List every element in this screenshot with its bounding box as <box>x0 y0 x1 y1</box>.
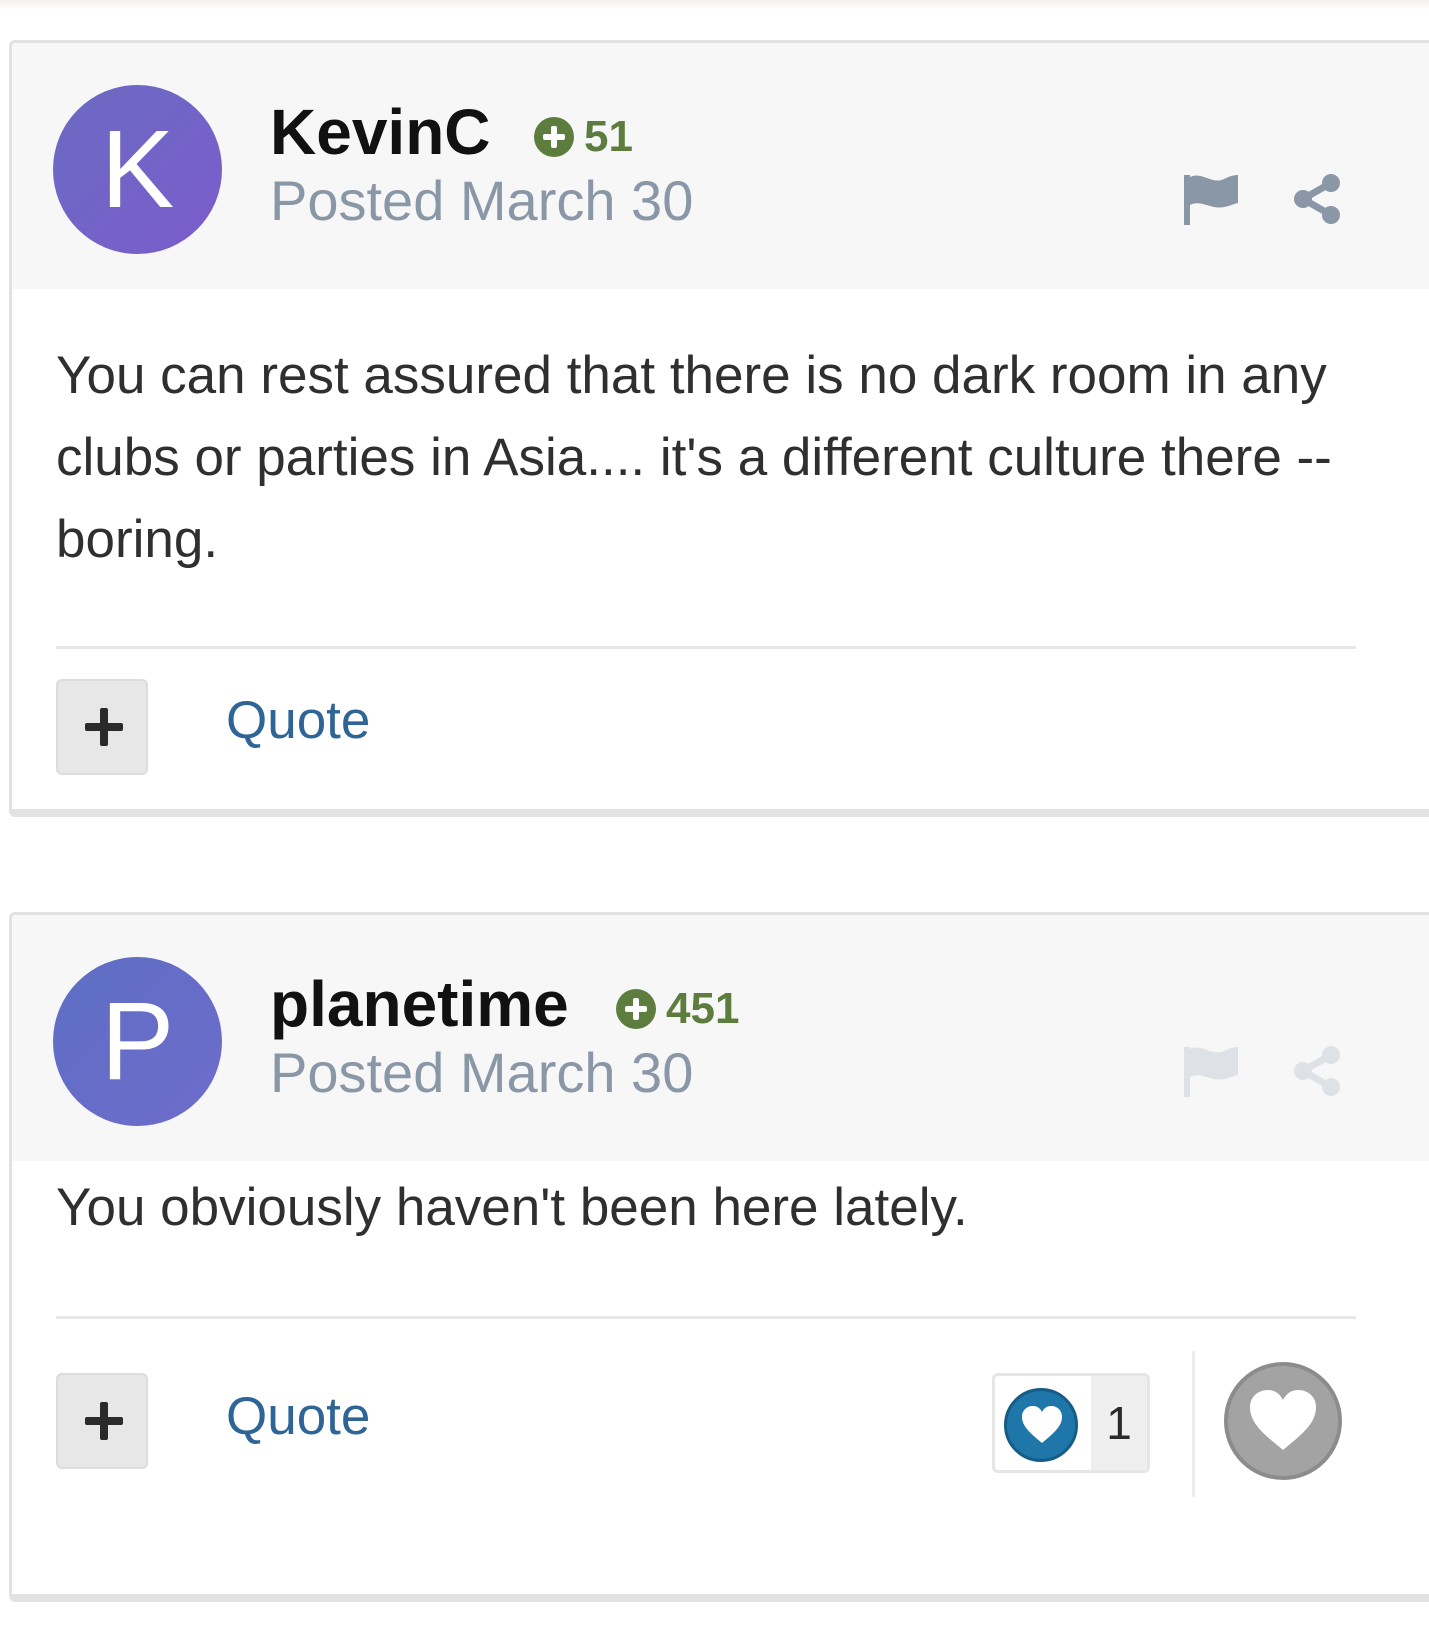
divider <box>56 1316 1356 1319</box>
flag-icon[interactable] <box>1184 1045 1240 1097</box>
avatar[interactable]: P <box>53 957 222 1126</box>
post-date[interactable]: Posted March 30 <box>270 169 693 233</box>
plus-circle-icon <box>616 989 656 1029</box>
divider <box>56 646 1356 649</box>
post-planetime: P planetime 451 Posted March 30 You obvi… <box>9 912 1429 1602</box>
top-edge <box>0 0 1429 10</box>
flag-icon[interactable] <box>1184 173 1240 225</box>
share-icon[interactable] <box>1291 1045 1343 1097</box>
like-count: 1 <box>1106 1397 1132 1449</box>
plus-circle-icon <box>534 117 574 157</box>
quote-button[interactable]: Quote <box>226 1385 370 1449</box>
reputation-badge: 451 <box>616 984 740 1033</box>
username[interactable]: planetime <box>270 969 569 1039</box>
reaction-summary[interactable]: 1 <box>992 1373 1150 1473</box>
reputation-badge: 51 <box>534 112 633 161</box>
post-kevinc: K KevinC 51 Posted March 30 You can rest… <box>9 40 1429 817</box>
post-header: K KevinC 51 Posted March 30 <box>12 43 1429 289</box>
post-content: You obviously haven't been here lately. <box>56 1178 968 1237</box>
post-header: P planetime 451 Posted March 30 <box>12 915 1429 1161</box>
heart-icon <box>1004 1388 1078 1462</box>
react-button[interactable] <box>1224 1362 1342 1480</box>
share-icon[interactable] <box>1291 173 1343 225</box>
multiquote-button[interactable] <box>56 1373 148 1469</box>
post-date[interactable]: Posted March 30 <box>270 1041 693 1105</box>
reputation-count: 51 <box>584 112 633 161</box>
avatar[interactable]: K <box>53 85 222 254</box>
post-content: You can rest assured that there is no da… <box>56 346 1332 569</box>
username[interactable]: KevinC <box>270 97 491 167</box>
quote-button[interactable]: Quote <box>226 689 370 753</box>
reputation-count: 451 <box>666 984 740 1033</box>
heart-icon <box>1250 1390 1316 1450</box>
multiquote-button[interactable] <box>56 679 148 775</box>
separator <box>1192 1351 1195 1497</box>
